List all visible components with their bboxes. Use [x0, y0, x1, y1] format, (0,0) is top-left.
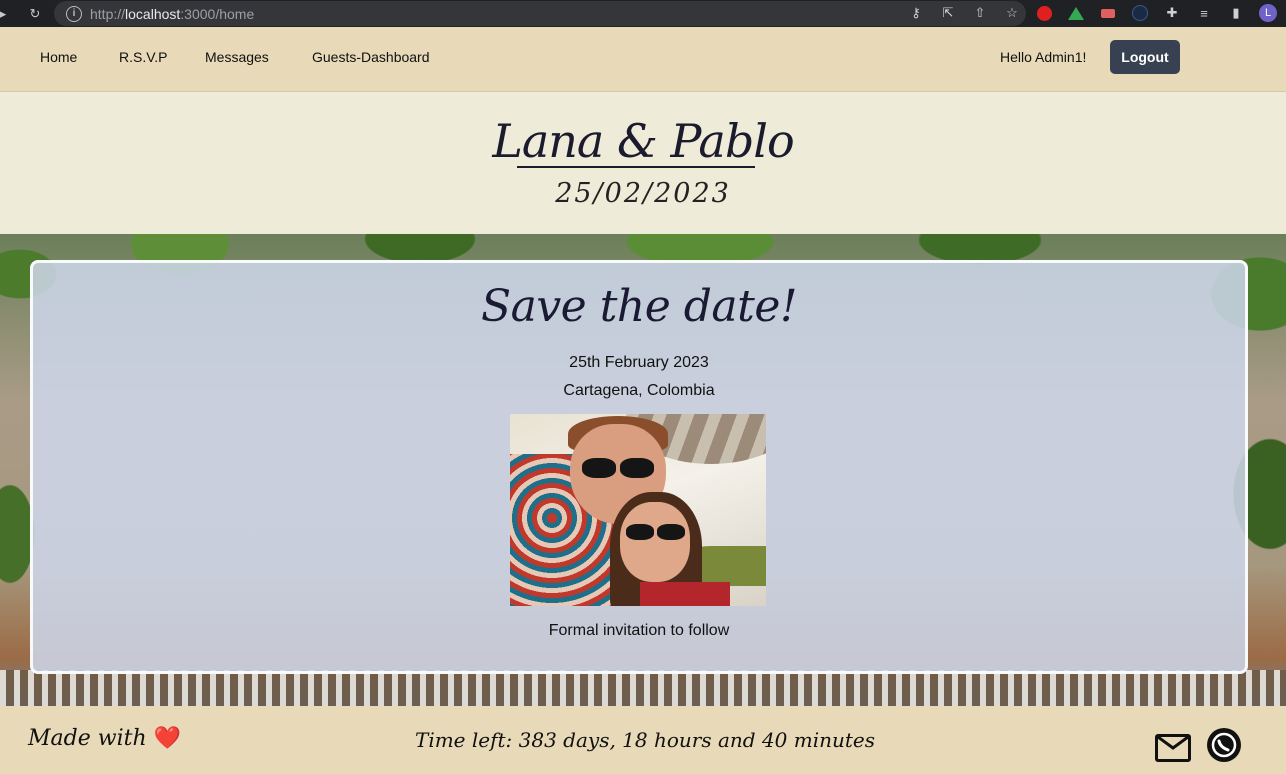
puzzle-icon[interactable]: ✚ [1162, 4, 1182, 22]
user-greeting: Hello Admin1! [1000, 49, 1087, 65]
media-icon[interactable]: ≡ [1194, 4, 1214, 22]
countdown-text: Time left: 383 days, 18 hours and 40 min… [414, 728, 876, 752]
open-external-icon[interactable]: ⇱ [938, 4, 958, 22]
nav-guests-dashboard[interactable]: Guests-Dashboard [312, 49, 430, 65]
key-icon[interactable]: ⚷ [906, 4, 926, 22]
page-footer: Made with ❤️ Time left: 383 days, 18 hou… [0, 706, 1286, 774]
screencast-icon[interactable] [1098, 4, 1118, 22]
wedding-date: 25/02/2023 [555, 178, 731, 209]
url-text: http://localhost:3000/home [90, 5, 255, 22]
couple-underline [517, 166, 755, 168]
event-location: Cartagena, Colombia [563, 382, 715, 399]
save-the-date-title: Save the date! [480, 281, 798, 332]
nav-messages[interactable]: Messages [205, 49, 269, 65]
mail-icon[interactable] [1155, 734, 1191, 762]
side-panel-icon[interactable]: ▮ [1226, 4, 1246, 22]
hero-section: Save the date! 25th February 2023 Cartag… [0, 234, 1286, 706]
star-icon[interactable]: ☆ [1002, 4, 1022, 22]
save-the-date-card: Save the date! 25th February 2023 Cartag… [30, 260, 1248, 674]
browser-toolbar: ▸ ↻ i http://localhost:3000/home ⚷ ⇱ ⇧ ☆… [0, 0, 1286, 27]
nav-home[interactable]: Home [40, 49, 77, 65]
nav-rsvp[interactable]: R.S.V.P [119, 49, 168, 65]
couple-photo [510, 414, 766, 606]
address-bar[interactable]: i http://localhost:3000/home [54, 1, 1026, 26]
couple-names: Lana & Pablo [492, 114, 794, 168]
extension-a-icon[interactable] [1130, 4, 1150, 22]
share-icon[interactable]: ⇧ [970, 4, 990, 22]
logout-button[interactable]: Logout [1110, 40, 1180, 74]
adblock-icon[interactable] [1034, 4, 1054, 22]
site-info-icon[interactable]: i [66, 5, 82, 22]
forward-icon[interactable]: ▸ [0, 6, 14, 22]
top-nav: Home R.S.V.P Messages Guests-Dashboard H… [0, 27, 1286, 92]
page-header: Lana & Pablo 25/02/2023 [0, 92, 1286, 234]
reload-icon[interactable]: ↻ [24, 6, 46, 22]
whatsapp-icon[interactable] [1207, 728, 1241, 762]
profile-avatar[interactable]: L [1258, 4, 1278, 22]
drive-icon[interactable] [1066, 4, 1086, 22]
invitation-note: Formal invitation to follow [548, 622, 730, 639]
fence-background [0, 670, 1286, 706]
extension-icons: ⚷ ⇱ ⇧ ☆ ✚ ≡ ▮ L [894, 4, 1278, 22]
event-date: 25th February 2023 [569, 354, 709, 371]
